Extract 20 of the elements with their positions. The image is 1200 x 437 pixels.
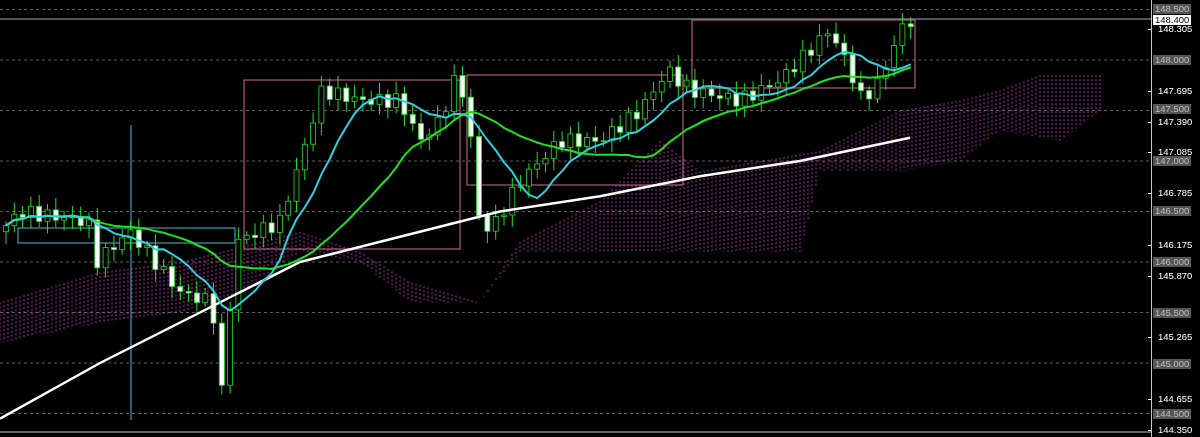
price-label: 146.785	[1157, 188, 1194, 198]
price-label: 147.085	[1157, 147, 1194, 157]
price-label: 145.000	[1153, 359, 1192, 369]
price-label: 144.655	[1157, 394, 1194, 404]
price-label: 147.695	[1157, 86, 1194, 96]
price-label: 146.175	[1157, 240, 1194, 250]
price-label: 148.500	[1153, 4, 1192, 14]
price-label: 147.500	[1153, 104, 1192, 114]
price-label: 146.000	[1153, 257, 1192, 267]
price-label: 144.350	[1157, 425, 1194, 435]
price-label: 147.000	[1153, 156, 1192, 166]
price-label: 148.400	[1153, 15, 1192, 25]
price-label: 145.265	[1157, 332, 1194, 342]
price-label: 146.500	[1153, 206, 1192, 216]
price-label: 148.000	[1153, 55, 1192, 65]
price-label: 144.500	[1153, 409, 1192, 419]
price-label: 147.390	[1157, 117, 1194, 127]
price-label: 145.500	[1153, 308, 1192, 318]
price-label: 145.870	[1157, 271, 1194, 281]
price-label: 148.305	[1157, 24, 1194, 34]
